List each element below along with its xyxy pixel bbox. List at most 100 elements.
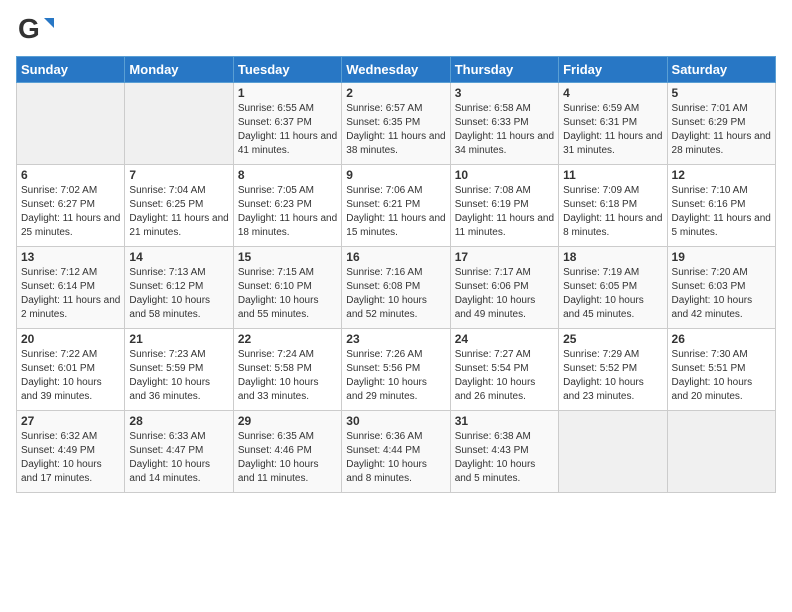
day-cell: 12 Sunrise: 7:10 AM Sunset: 6:16 PM Dayli… bbox=[667, 165, 775, 247]
day-info: Sunrise: 7:22 AM Sunset: 6:01 PM Dayligh… bbox=[21, 348, 120, 404]
day-info: Sunrise: 7:01 AM Sunset: 6:29 PM Dayligh… bbox=[672, 102, 771, 158]
day-cell: 8 Sunrise: 7:05 AM Sunset: 6:23 PM Daylig… bbox=[233, 165, 341, 247]
col-header-thursday: Thursday bbox=[450, 57, 558, 83]
day-cell: 27 Sunrise: 6:32 AM Sunset: 4:49 PM Dayli… bbox=[17, 411, 125, 493]
day-info: Sunrise: 7:30 AM Sunset: 5:51 PM Dayligh… bbox=[672, 348, 771, 404]
day-cell: 22Sunrise: 7:24 AM Sunset: 5:58 PM Dayli… bbox=[233, 329, 341, 411]
day-cell: 5 Sunrise: 7:01 AM Sunset: 6:29 PM Daylig… bbox=[667, 83, 775, 165]
day-number: 5 bbox=[672, 86, 771, 100]
day-cell: 3 Sunrise: 6:58 AM Sunset: 6:33 PM Daylig… bbox=[450, 83, 558, 165]
day-info: Sunrise: 6:58 AM Sunset: 6:33 PM Dayligh… bbox=[455, 102, 554, 158]
day-info: Sunrise: 7:27 AM Sunset: 5:54 PM Dayligh… bbox=[455, 348, 554, 404]
day-info: Sunrise: 7:13 AM Sunset: 6:12 PM Dayligh… bbox=[129, 266, 228, 322]
day-info: Sunrise: 7:20 AM Sunset: 6:03 PM Dayligh… bbox=[672, 266, 771, 322]
day-number: 29 bbox=[238, 414, 337, 428]
day-cell: 1Sunrise: 6:55 AM Sunset: 6:37 PM Daylig… bbox=[233, 83, 341, 165]
day-info: Sunrise: 7:23 AM Sunset: 5:59 PM Dayligh… bbox=[129, 348, 228, 404]
day-number: 20 bbox=[21, 332, 120, 346]
day-info: Sunrise: 7:10 AM Sunset: 6:16 PM Dayligh… bbox=[672, 184, 771, 240]
day-cell: 16 Sunrise: 7:16 AM Sunset: 6:08 PM Dayli… bbox=[342, 247, 450, 329]
week-row-3: 13 Sunrise: 7:12 AM Sunset: 6:14 PM Dayli… bbox=[17, 247, 776, 329]
day-number: 21 bbox=[129, 332, 228, 346]
day-number: 17 bbox=[455, 250, 554, 264]
week-row-5: 27 Sunrise: 6:32 AM Sunset: 4:49 PM Dayli… bbox=[17, 411, 776, 493]
col-header-friday: Friday bbox=[559, 57, 667, 83]
day-number: 18 bbox=[563, 250, 662, 264]
day-cell: 30 Sunrise: 6:36 AM Sunset: 4:44 PM Dayli… bbox=[342, 411, 450, 493]
day-number: 30 bbox=[346, 414, 445, 428]
day-info: Sunrise: 7:09 AM Sunset: 6:18 PM Dayligh… bbox=[563, 184, 662, 240]
day-cell: 13 Sunrise: 7:12 AM Sunset: 6:14 PM Dayli… bbox=[17, 247, 125, 329]
page: G SundayMondayTuesdayWednesdayThursdayFr… bbox=[0, 0, 792, 503]
day-number: 14 bbox=[129, 250, 228, 264]
day-number: 19 bbox=[672, 250, 771, 264]
logo-icon: G bbox=[16, 10, 54, 48]
day-cell: 19 Sunrise: 7:20 AM Sunset: 6:03 PM Dayli… bbox=[667, 247, 775, 329]
day-info: Sunrise: 7:05 AM Sunset: 6:23 PM Dayligh… bbox=[238, 184, 337, 240]
day-info: Sunrise: 6:57 AM Sunset: 6:35 PM Dayligh… bbox=[346, 102, 445, 158]
day-info: Sunrise: 7:29 AM Sunset: 5:52 PM Dayligh… bbox=[563, 348, 662, 404]
day-info: Sunrise: 7:26 AM Sunset: 5:56 PM Dayligh… bbox=[346, 348, 445, 404]
header: G bbox=[16, 10, 776, 48]
col-header-sunday: Sunday bbox=[17, 57, 125, 83]
col-header-monday: Monday bbox=[125, 57, 233, 83]
day-cell: 23 Sunrise: 7:26 AM Sunset: 5:56 PM Dayli… bbox=[342, 329, 450, 411]
col-header-wednesday: Wednesday bbox=[342, 57, 450, 83]
day-cell: 18Sunrise: 7:19 AM Sunset: 6:05 PM Dayli… bbox=[559, 247, 667, 329]
day-info: Sunrise: 6:36 AM Sunset: 4:44 PM Dayligh… bbox=[346, 430, 445, 486]
day-cell: 31 Sunrise: 6:38 AM Sunset: 4:43 PM Dayli… bbox=[450, 411, 558, 493]
day-cell: 17Sunrise: 7:17 AM Sunset: 6:06 PM Dayli… bbox=[450, 247, 558, 329]
day-info: Sunrise: 7:02 AM Sunset: 6:27 PM Dayligh… bbox=[21, 184, 120, 240]
col-header-tuesday: Tuesday bbox=[233, 57, 341, 83]
day-info: Sunrise: 7:16 AM Sunset: 6:08 PM Dayligh… bbox=[346, 266, 445, 322]
week-row-4: 20 Sunrise: 7:22 AM Sunset: 6:01 PM Dayli… bbox=[17, 329, 776, 411]
day-cell: 14 Sunrise: 7:13 AM Sunset: 6:12 PM Dayli… bbox=[125, 247, 233, 329]
day-number: 12 bbox=[672, 168, 771, 182]
logo: G bbox=[16, 10, 56, 48]
day-number: 4 bbox=[563, 86, 662, 100]
day-info: Sunrise: 6:59 AM Sunset: 6:31 PM Dayligh… bbox=[563, 102, 662, 158]
day-number: 25 bbox=[563, 332, 662, 346]
day-number: 2 bbox=[346, 86, 445, 100]
day-number: 24 bbox=[455, 332, 554, 346]
day-info: Sunrise: 6:32 AM Sunset: 4:49 PM Dayligh… bbox=[21, 430, 120, 486]
day-number: 27 bbox=[21, 414, 120, 428]
day-cell: 7Sunrise: 7:04 AM Sunset: 6:25 PM Daylig… bbox=[125, 165, 233, 247]
day-number: 26 bbox=[672, 332, 771, 346]
day-info: Sunrise: 7:12 AM Sunset: 6:14 PM Dayligh… bbox=[21, 266, 120, 322]
day-number: 13 bbox=[21, 250, 120, 264]
day-cell: 26 Sunrise: 7:30 AM Sunset: 5:51 PM Dayli… bbox=[667, 329, 775, 411]
day-cell: 15 Sunrise: 7:15 AM Sunset: 6:10 PM Dayli… bbox=[233, 247, 341, 329]
day-number: 31 bbox=[455, 414, 554, 428]
day-number: 7 bbox=[129, 168, 228, 182]
day-cell: 2 Sunrise: 6:57 AM Sunset: 6:35 PM Daylig… bbox=[342, 83, 450, 165]
day-number: 22 bbox=[238, 332, 337, 346]
day-cell: 9Sunrise: 7:06 AM Sunset: 6:21 PM Daylig… bbox=[342, 165, 450, 247]
day-info: Sunrise: 7:15 AM Sunset: 6:10 PM Dayligh… bbox=[238, 266, 337, 322]
day-number: 15 bbox=[238, 250, 337, 264]
day-info: Sunrise: 6:35 AM Sunset: 4:46 PM Dayligh… bbox=[238, 430, 337, 486]
day-cell: 24 Sunrise: 7:27 AM Sunset: 5:54 PM Dayli… bbox=[450, 329, 558, 411]
day-number: 11 bbox=[563, 168, 662, 182]
day-number: 6 bbox=[21, 168, 120, 182]
col-header-saturday: Saturday bbox=[667, 57, 775, 83]
day-cell bbox=[125, 83, 233, 165]
day-info: Sunrise: 6:55 AM Sunset: 6:37 PM Dayligh… bbox=[238, 102, 337, 158]
day-number: 3 bbox=[455, 86, 554, 100]
day-number: 8 bbox=[238, 168, 337, 182]
day-cell: 20 Sunrise: 7:22 AM Sunset: 6:01 PM Dayli… bbox=[17, 329, 125, 411]
day-cell bbox=[17, 83, 125, 165]
day-cell bbox=[559, 411, 667, 493]
day-cell: 11 Sunrise: 7:09 AM Sunset: 6:18 PM Dayli… bbox=[559, 165, 667, 247]
day-number: 16 bbox=[346, 250, 445, 264]
day-cell: 25 Sunrise: 7:29 AM Sunset: 5:52 PM Dayli… bbox=[559, 329, 667, 411]
day-number: 23 bbox=[346, 332, 445, 346]
day-info: Sunrise: 7:08 AM Sunset: 6:19 PM Dayligh… bbox=[455, 184, 554, 240]
header-row: SundayMondayTuesdayWednesdayThursdayFrid… bbox=[17, 57, 776, 83]
day-info: Sunrise: 6:33 AM Sunset: 4:47 PM Dayligh… bbox=[129, 430, 228, 486]
week-row-1: 1Sunrise: 6:55 AM Sunset: 6:37 PM Daylig… bbox=[17, 83, 776, 165]
day-cell: 6 Sunrise: 7:02 AM Sunset: 6:27 PM Daylig… bbox=[17, 165, 125, 247]
day-info: Sunrise: 6:38 AM Sunset: 4:43 PM Dayligh… bbox=[455, 430, 554, 486]
day-cell: 28Sunrise: 6:33 AM Sunset: 4:47 PM Dayli… bbox=[125, 411, 233, 493]
day-cell bbox=[667, 411, 775, 493]
